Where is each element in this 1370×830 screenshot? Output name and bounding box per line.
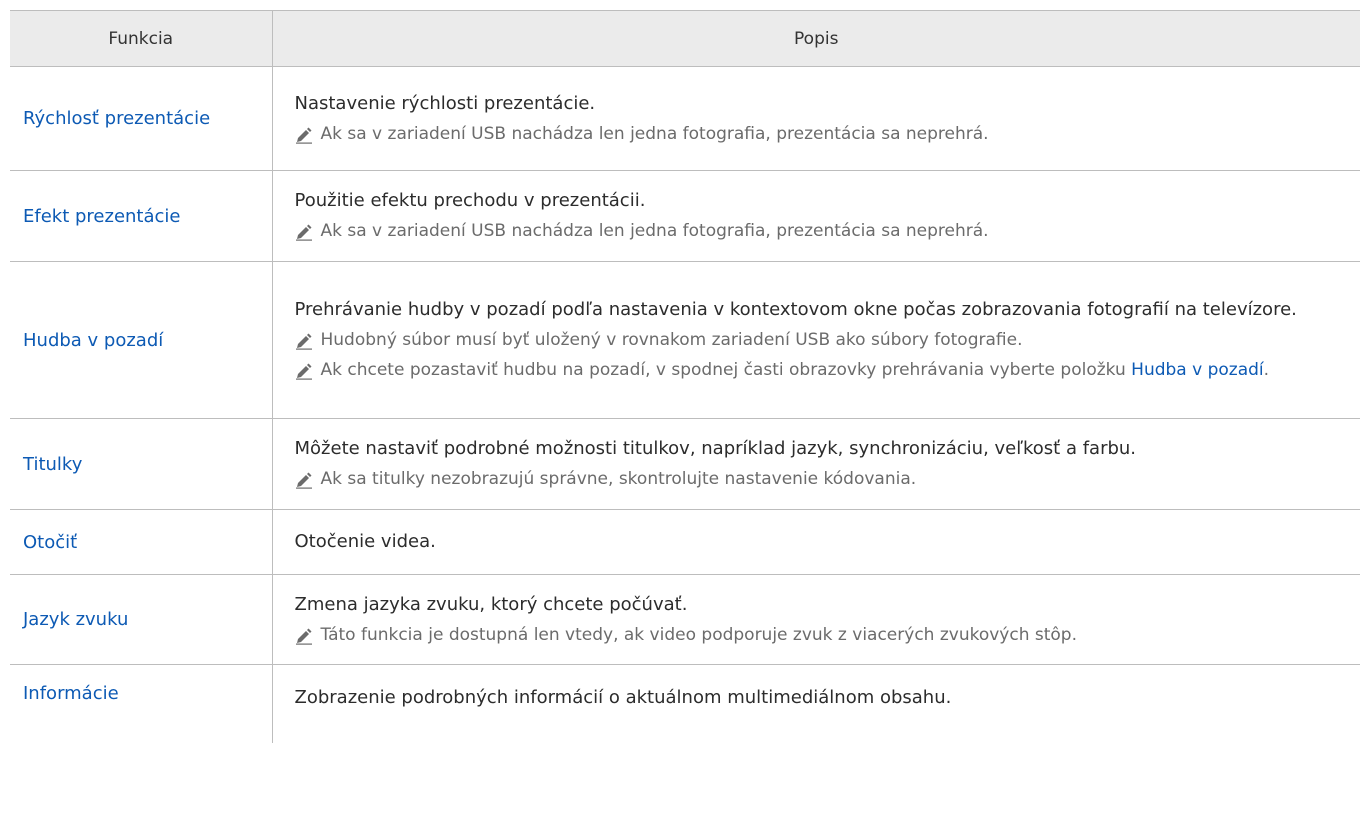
feature-description-cell: Prehrávanie hudby v pozadí podľa nastave… xyxy=(272,261,1360,419)
pencil-note-icon xyxy=(295,332,313,350)
pencil-note-icon xyxy=(295,362,313,380)
note: Ak sa v zariadení USB nachádza len jedna… xyxy=(295,119,1345,149)
feature-name: Hudba v pozadí xyxy=(10,261,273,419)
feature-description: Prehrávanie hudby v pozadí podľa nastave… xyxy=(294,299,1297,320)
note: Táto funkcia je dostupná len vtedy, ak v… xyxy=(295,620,1345,650)
note: Ak sa v zariadení USB nachádza len jedna… xyxy=(295,216,1345,246)
note: Hudobný súbor musí byť uložený v rovnako… xyxy=(295,325,1345,355)
table-row: Titulky Môžete nastaviť podrobné možnost… xyxy=(10,418,1360,510)
feature-description: Zobrazenie podrobných informácií o aktuá… xyxy=(294,687,952,708)
feature-description: Zmena jazyka zvuku, ktorý chcete počúvať… xyxy=(294,593,688,615)
feature-description-cell: Zobrazenie podrobných informácií o aktuá… xyxy=(272,665,1360,744)
feature-description-cell: Zmena jazyka zvuku, ktorý chcete počúvať… xyxy=(272,574,1360,665)
note-text: Hudobný súbor musí byť uložený v rovnako… xyxy=(320,330,1023,350)
table-row: Rýchlosť prezentácie Nastavenie rýchlost… xyxy=(10,66,1360,171)
feature-name: Efekt prezentácie xyxy=(10,170,273,262)
feature-description-cell: Otočenie videa. xyxy=(272,509,1360,575)
feature-name: Jazyk zvuku xyxy=(10,574,273,665)
feature-name: Otočiť xyxy=(10,509,273,575)
menu-reference-link[interactable]: Hudba v pozadí xyxy=(1131,360,1263,380)
pencil-note-icon xyxy=(295,223,313,241)
pencil-note-icon xyxy=(295,627,313,645)
table-row: Hudba v pozadí Prehrávanie hudby v pozad… xyxy=(10,261,1360,419)
feature-name: Titulky xyxy=(10,418,273,510)
feature-description-cell: Použitie efektu prechodu v prezentácii. … xyxy=(272,170,1360,262)
pencil-note-icon xyxy=(295,126,313,144)
feature-description: Nastavenie rýchlosti prezentácie. xyxy=(294,92,596,114)
note-text: Ak sa v zariadení USB nachádza len jedna… xyxy=(320,221,989,241)
note-suffix: . xyxy=(1263,360,1270,380)
note-text: Ak sa titulky nezobrazujú správne, skont… xyxy=(320,469,917,489)
header-description: Popis xyxy=(272,10,1360,67)
feature-description-cell: Môžete nastaviť podrobné možnosti titulk… xyxy=(272,418,1360,510)
table-row: Otočiť Otočenie videa. xyxy=(10,509,1360,575)
feature-description: Môžete nastaviť podrobné možnosti titulk… xyxy=(294,438,1137,459)
table-row: Jazyk zvuku Zmena jazyka zvuku, ktorý ch… xyxy=(10,574,1360,665)
feature-description: Otočenie videa. xyxy=(294,531,436,552)
note: Ak sa titulky nezobrazujú správne, skont… xyxy=(295,464,1345,494)
note-text: Ak sa v zariadení USB nachádza len jedna… xyxy=(320,123,989,144)
feature-name: Rýchlosť prezentácie xyxy=(10,66,273,171)
table-header-row: Funkcia Popis xyxy=(10,10,1360,67)
feature-description-cell: Nastavenie rýchlosti prezentácie. Ak sa … xyxy=(272,66,1360,171)
header-feature: Funkcia xyxy=(10,10,273,67)
pencil-note-icon xyxy=(295,471,313,489)
table-row: Informácie Zobrazenie podrobných informá… xyxy=(10,664,1360,744)
note: Ak chcete pozastaviť hudbu na pozadí, v … xyxy=(295,355,1345,385)
feature-name: Informácie xyxy=(10,664,273,743)
note-text: Ak chcete pozastaviť hudbu na pozadí, v … xyxy=(320,360,1132,380)
note-text: Táto funkcia je dostupná len vtedy, ak v… xyxy=(320,624,1078,645)
feature-table: Funkcia Popis Rýchlosť prezentácie Nasta… xyxy=(10,10,1360,743)
feature-description: Použitie efektu prechodu v prezentácii. xyxy=(294,190,646,211)
table-row: Efekt prezentácie Použitie efektu precho… xyxy=(10,170,1360,262)
